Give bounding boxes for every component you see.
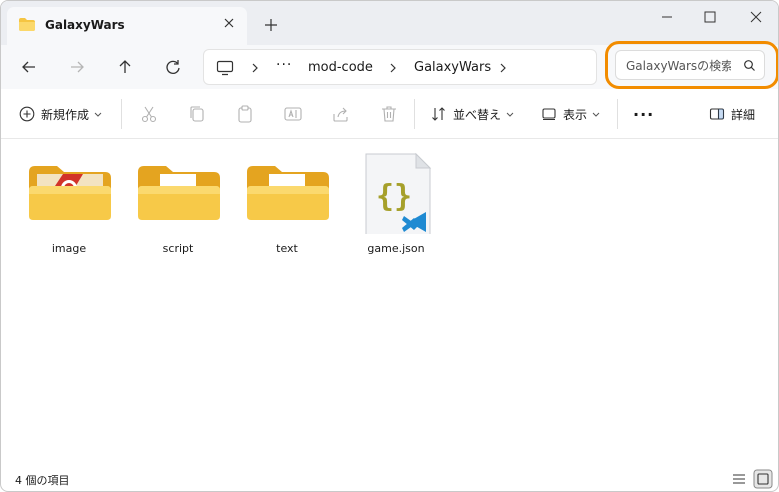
toolbar-separator <box>414 99 415 129</box>
svg-text:{}: {} <box>376 179 412 214</box>
folder-script-icon: JS <box>138 166 220 220</box>
chevron-down-icon <box>506 112 514 117</box>
tile-view-icon[interactable] <box>753 469 773 489</box>
share-icon[interactable] <box>329 102 353 126</box>
details-label: 詳細 <box>731 107 756 122</box>
chevron-right-icon[interactable] <box>388 61 398 75</box>
view-label: 表示 <box>563 107 588 122</box>
cut-icon[interactable] <box>137 102 161 126</box>
window-close-icon[interactable] <box>736 5 776 29</box>
status-bar: 4 個の項目 <box>1 461 778 491</box>
sort-label: 並べ替え <box>453 107 502 122</box>
list-view-icon[interactable] <box>729 469 749 489</box>
item-name: script <box>162 242 194 255</box>
address-bar[interactable]: ··· mod-code GalaxyWars <box>203 49 597 85</box>
delete-icon[interactable] <box>377 102 401 126</box>
new-button[interactable]: 新規作成 <box>19 101 103 127</box>
title-bar: GalaxyWars <box>1 1 778 45</box>
chevron-down-icon <box>94 112 102 117</box>
chevron-right-icon[interactable] <box>250 61 260 75</box>
address-overflow[interactable]: ··· <box>276 57 292 73</box>
refresh-icon[interactable] <box>159 53 187 81</box>
file-item-game-json[interactable]: {} game.json <box>346 148 446 258</box>
more-options-button[interactable]: ··· <box>633 101 654 127</box>
forward-arrow-icon[interactable] <box>63 53 91 81</box>
close-icon[interactable] <box>221 15 237 31</box>
tab-title: GalaxyWars <box>45 18 125 32</box>
chevron-right-icon[interactable] <box>498 61 508 75</box>
item-name: image <box>51 242 87 255</box>
tab-galaxywars[interactable]: GalaxyWars <box>7 7 247 45</box>
minimize-icon[interactable] <box>647 5 687 29</box>
folder-item-text[interactable]: { } text <box>237 148 337 258</box>
search-icon[interactable] <box>743 59 756 72</box>
toolbar-separator <box>121 99 122 129</box>
view-icon <box>542 108 556 121</box>
chevron-down-icon <box>592 112 600 117</box>
explorer-window: GalaxyWars ··· mod-code GalaxyWars Galax… <box>0 0 779 492</box>
item-name: game.json <box>367 242 425 255</box>
new-label: 新規作成 <box>41 107 90 122</box>
plus-circle-icon <box>19 106 35 122</box>
copy-icon[interactable] <box>185 102 209 126</box>
computer-icon <box>216 60 234 76</box>
details-pane-icon <box>709 108 725 120</box>
folder-item-image[interactable]: image <box>19 148 119 258</box>
command-bar: 新規作成 並べ替え 表示 ··· 詳細 <box>1 89 778 139</box>
file-list: image JS script { } text <box>1 140 778 460</box>
item-name: text <box>276 242 298 255</box>
maximize-icon[interactable] <box>690 5 730 29</box>
toolbar-separator <box>617 99 618 129</box>
folder-item-script[interactable]: JS script <box>128 148 228 258</box>
back-arrow-icon[interactable] <box>15 53 43 81</box>
breadcrumb-galaxywars[interactable]: GalaxyWars <box>414 60 491 75</box>
view-button[interactable]: 表示 <box>541 101 601 127</box>
sort-icon <box>432 107 445 121</box>
folder-icon <box>19 18 35 31</box>
up-arrow-icon[interactable] <box>111 53 139 81</box>
folder-image-icon <box>29 166 111 220</box>
rename-icon[interactable] <box>281 102 305 126</box>
breadcrumb-mod-code[interactable]: mod-code <box>308 60 373 75</box>
details-button[interactable]: 詳細 <box>709 101 755 127</box>
json-file-icon: {} <box>365 152 432 234</box>
folder-text-icon: { } <box>247 166 329 220</box>
search-input[interactable] <box>626 57 731 75</box>
new-tab-icon[interactable] <box>263 17 279 33</box>
search-box[interactable] <box>615 50 765 80</box>
item-count: 4 個の項目 <box>15 474 70 487</box>
sort-button[interactable]: 並べ替え <box>431 101 515 127</box>
paste-icon[interactable] <box>233 102 257 126</box>
